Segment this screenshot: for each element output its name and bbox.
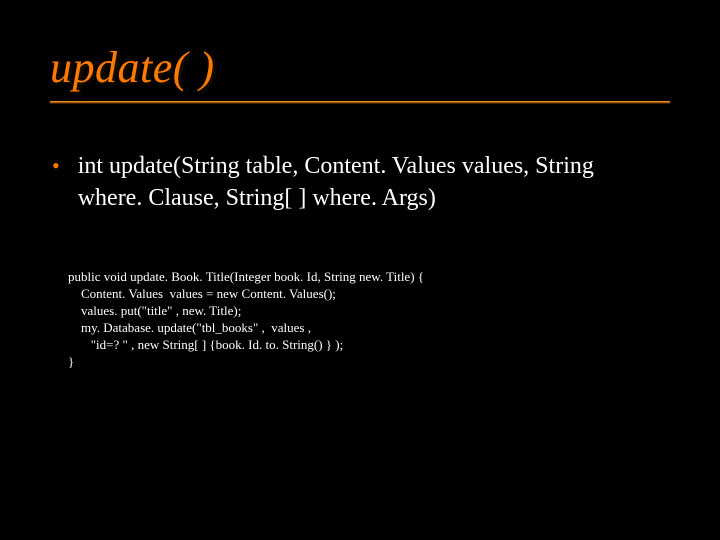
bullet-line-1: int update(String table, Content. Values… [78,153,594,179]
title-underline [50,101,670,104]
code-line-3: values. put("title" , new. Title); [68,303,241,318]
code-block: public void update. Book. Title(Integer … [68,268,670,370]
slide-title: update( ) [50,42,670,93]
bullet-marker: • [50,150,60,182]
code-line-5: "id=? " , new String[ ] {book. Id. to. S… [68,337,343,352]
bullet-list: • int update(String table, Content. Valu… [50,150,670,214]
bullet-text: int update(String table, Content. Values… [78,150,594,214]
slide: update( ) • int update(String table, Con… [0,0,720,540]
code-line-4: my. Database. update("tbl_books" , value… [68,320,311,335]
bullet-item: • int update(String table, Content. Valu… [50,150,670,214]
code-line-6: } [68,354,74,369]
code-line-2: Content. Values values = new Content. Va… [68,286,336,301]
code-line-1: public void update. Book. Title(Integer … [68,269,424,284]
bullet-line-2: where. Clause, String[ ] where. Args) [78,185,436,211]
